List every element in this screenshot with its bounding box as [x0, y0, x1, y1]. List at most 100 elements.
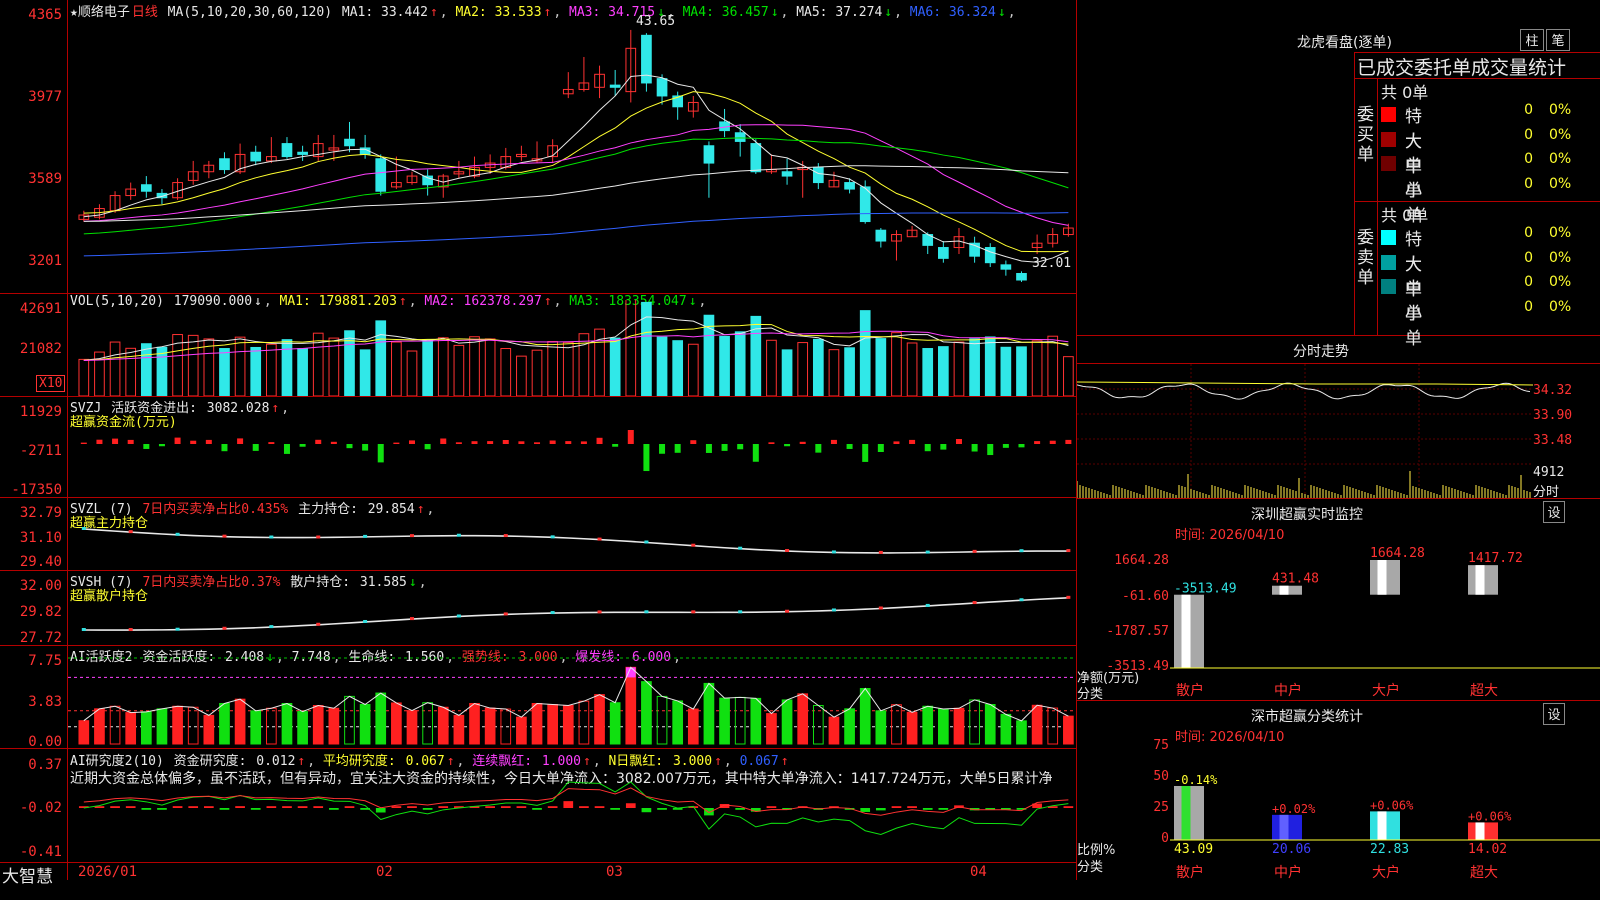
sz-monitor-chart[interactable]: -3513.49 431.48 1664.28 1417.72 散户 中户 大户 超大: [1170, 540, 1600, 700]
fund-flow-bar: [1049, 440, 1056, 444]
fund-flow-bar: [346, 444, 353, 449]
fund-flow-bar: [674, 444, 681, 453]
retail-line-dot: [1066, 595, 1071, 599]
bar-highlight: [1181, 594, 1191, 668]
candle-body: [812, 166, 824, 184]
research-bar: [157, 808, 167, 810]
ai-research-name: AI研究度2(10): [70, 754, 164, 769]
volume-bar: [391, 341, 402, 396]
cls-title: 深市超赢分类统计: [1251, 709, 1363, 725]
volume-bar: [859, 310, 871, 396]
main-force-line-dot: [503, 534, 508, 538]
svzl-y-label: 31.10: [19, 530, 62, 546]
fund-flow-bar: [690, 440, 697, 444]
color-swatch: [1381, 279, 1396, 294]
main-force-line-dot: [222, 534, 227, 538]
volume-bar: [78, 358, 90, 396]
price-y-label: 3589: [28, 171, 62, 187]
sz-settings-button[interactable]: 设: [1543, 501, 1565, 523]
high-price-label: 43.65: [636, 14, 676, 29]
research-value: 0.012: [256, 754, 296, 769]
research-bar: [407, 806, 417, 808]
main-force-line-dot: [81, 527, 86, 530]
research-bar: [891, 806, 902, 808]
activity-bar: [828, 716, 840, 745]
category-label: 中户: [1274, 864, 1302, 881]
volume-bar: [297, 348, 308, 396]
order-pct: 0%: [1549, 225, 1572, 241]
sz-y-label: -61.60: [1122, 589, 1169, 604]
research-y-label: -0.02: [19, 800, 62, 816]
fund-flow-chart[interactable]: [68, 398, 1076, 497]
research-bar: [297, 806, 308, 808]
order-count: 0: [1524, 102, 1533, 118]
research-bar: [188, 806, 199, 808]
activity-bar: [109, 705, 121, 745]
fund-flow-bar: [596, 437, 603, 444]
cls-settings-button[interactable]: 设: [1543, 703, 1565, 725]
activity-bar: [719, 697, 730, 745]
order-pct: 0%: [1549, 126, 1572, 143]
activity-bar: [547, 703, 558, 745]
volume-bar: [156, 346, 168, 396]
research-y-label: -0.41: [19, 844, 62, 860]
change-label: -0.14%: [1174, 773, 1218, 787]
bar: [1370, 560, 1400, 595]
candle-body: [734, 132, 746, 142]
buy-order-label: 委买单: [1357, 105, 1374, 165]
activity-bar: [594, 694, 605, 745]
activity-bar: [1063, 715, 1074, 745]
candle-body: [859, 186, 871, 223]
bar-mode-button[interactable]: 柱: [1520, 29, 1544, 51]
cls-x-title: 分类: [1077, 860, 1104, 875]
fund-flow-bar: [409, 440, 415, 444]
fund-flow-bar: [299, 444, 306, 447]
category-label: 散户: [1176, 864, 1204, 881]
research-bar: [250, 808, 261, 810]
fund-flow-bar: [987, 444, 994, 456]
low-price-label: 32.01: [1032, 256, 1072, 271]
order-size-label: 小单: [1405, 303, 1422, 349]
fund-flow-bar: [377, 444, 384, 463]
activity-bar: [78, 720, 90, 745]
activity-bar: [766, 713, 777, 745]
pen-mode-button[interactable]: 笔: [1546, 29, 1570, 51]
retail-line-dot: [831, 608, 836, 612]
intraday-chart[interactable]: [1077, 364, 1533, 498]
research-bar: [235, 806, 245, 808]
order-pct: 0%: [1549, 298, 1572, 315]
volume-bar: [266, 343, 277, 396]
ai-activity-chart[interactable]: [68, 647, 1076, 748]
volume-chart[interactable]: [68, 300, 1076, 396]
volume-bar: [891, 332, 902, 396]
cls-stat-chart[interactable]: -0.14% 43.09 散户 +0.02% 20.06 中户 +0.06% 22.83 大户 +…: [1170, 740, 1600, 900]
main-force-holding-chart[interactable]: [68, 499, 1076, 570]
research-label: 资金研究度:: [173, 754, 247, 769]
order-count: 0: [1524, 225, 1533, 241]
bar: [1468, 565, 1498, 595]
intraday-y-label: 33.90: [1533, 408, 1573, 423]
vol-ma-line-2: [83, 323, 1069, 361]
separator: [1077, 498, 1600, 499]
n-day-red-arrow: ↑: [714, 754, 722, 769]
activity-line: [83, 666, 1069, 722]
bar-highlight: [1475, 565, 1485, 595]
ai-research-chart[interactable]: [68, 780, 1076, 862]
retail-line-dot: [81, 628, 86, 631]
research-bar: [219, 808, 230, 810]
bar-highlight: [1475, 822, 1485, 840]
fund-flow-bar: [940, 444, 947, 450]
svsh-y-label: 29.82: [19, 604, 62, 620]
volume-bar: [984, 336, 996, 396]
color-swatch: [1381, 156, 1396, 171]
price-y-label: 4365: [28, 7, 62, 23]
candlestick-chart[interactable]: [68, 18, 1076, 293]
retail-holding-chart[interactable]: [68, 572, 1076, 645]
fund-flow-bar: [752, 444, 759, 462]
fund-flow-bar: [190, 440, 197, 444]
volume-bar: [484, 338, 496, 396]
research-y-label: 0.37: [28, 757, 62, 773]
order-stat-title: 已成交委托单成交量统计: [1357, 57, 1567, 79]
volume-bar: [469, 336, 480, 396]
activity-bar: [969, 699, 980, 745]
